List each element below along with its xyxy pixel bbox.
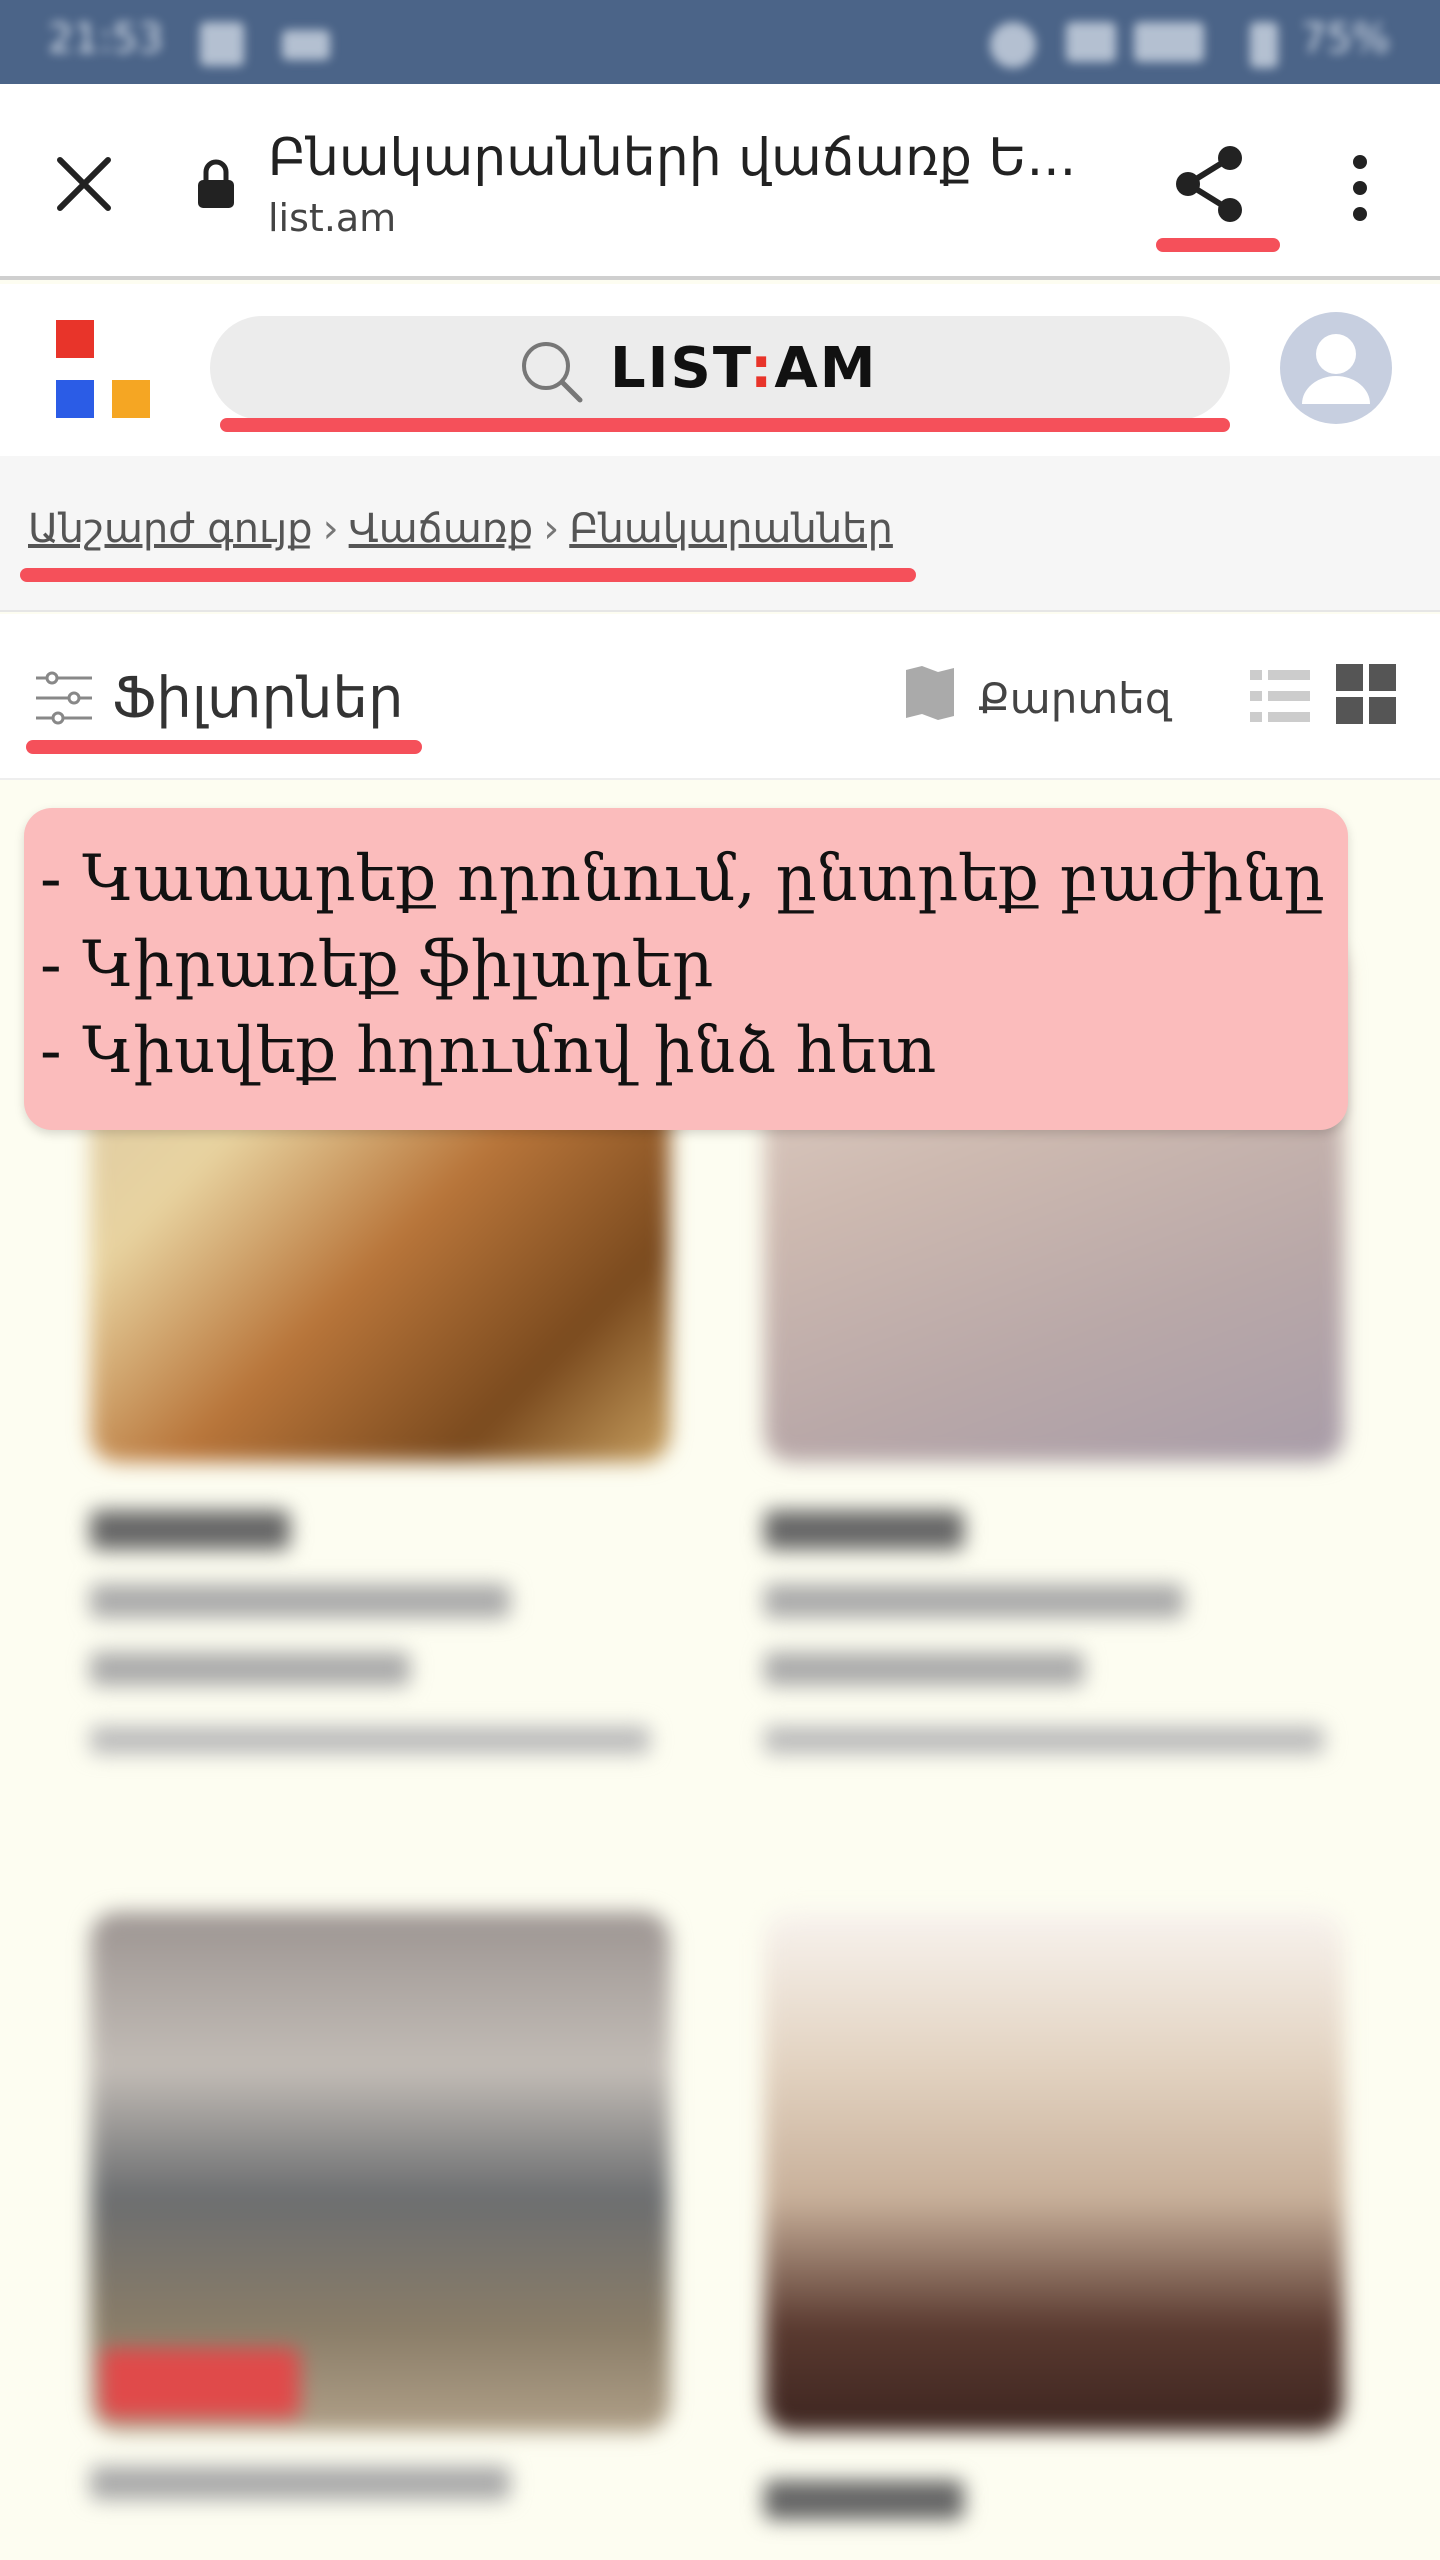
wifi-icon [1066,22,1116,62]
map-button[interactable]: Քարտեզ [978,674,1172,723]
page-title[interactable]: Բնակարանների վաճառք Ե... [268,128,1076,188]
logo-orange-square [112,380,150,418]
more-menu-icon[interactable] [1332,148,1388,228]
listing-card[interactable] [764,1912,1344,2520]
list-view-icon[interactable] [1250,666,1310,726]
filters-button[interactable]: Ֆիլտրներ [112,666,403,731]
gallery-notification-icon [200,22,244,66]
instruction-note: - Կատարեք որոնում, ընտրեք բաժինը - Կիրառ… [24,808,1348,1130]
user-icon [1302,334,1370,404]
listing-card[interactable] [90,1912,670,2500]
status-bar-content: 21:53 75% [0,0,1440,84]
page-url[interactable]: list.am [268,196,396,240]
breadcrumb-item-sale[interactable]: Վաճառք [349,506,534,552]
status-bar: 21:53 75% [0,0,1440,84]
listing-meta [90,1726,650,1754]
battery-icon [1250,22,1278,68]
search-logo-text: LIST:AM [610,336,878,401]
close-icon[interactable] [52,152,116,216]
listing-price [764,2480,964,2520]
breadcrumb-highlight [20,568,916,582]
avatar[interactable] [1280,312,1392,424]
status-time: 21:53 [48,16,164,62]
share-highlight [1156,238,1280,252]
listing-title [90,1652,410,1686]
listing-title [90,2466,510,2500]
logo-red-square [56,320,94,358]
map-icon[interactable] [904,664,956,722]
listing-price [90,1510,290,1550]
breadcrumb-separator: › [322,506,339,552]
battery-percent: 75% [1301,16,1390,62]
filters-highlight [26,740,422,754]
breadcrumb-separator: › [543,506,560,552]
breadcrumb-item-apartments[interactable]: Բնակարաններ [569,506,893,552]
search-icon [522,342,583,403]
signal-icon [1134,22,1204,62]
note-line-share: - Կիսվեք հղումով ինձ հետ [40,1014,937,1088]
listam-logo-icon[interactable] [56,320,154,418]
grid-view-icon[interactable] [1336,664,1396,724]
listing-photo[interactable] [764,1912,1344,2432]
note-line-filters: - Կիրառեք ֆիլտրեր [40,928,714,1002]
listing-price [764,1510,964,1550]
breadcrumb-item-real-estate[interactable]: Անշարժ գույք [28,506,313,552]
listing-title [764,1652,1084,1686]
alarm-icon [990,22,1036,68]
note-line-search: - Կատարեք որոնում, ընտրեք բաժինը [40,842,1325,916]
breadcrumb: Անշարժ գույք › Վաճառք › Բնակարաններ [0,456,1440,612]
lock-icon [198,159,234,208]
logo-blue-square [56,380,94,418]
share-icon[interactable] [1170,142,1250,226]
filter-toolbar: Ֆիլտրներ Քարտեզ [0,614,1440,780]
listing-meta [764,1726,1324,1754]
listing-title [764,1584,1184,1618]
search-highlight [220,418,1230,432]
cloud-notification-icon [282,30,330,60]
listing-title [90,1584,510,1618]
listing-photo[interactable] [90,1912,670,2432]
filters-sliders-icon[interactable] [34,670,94,726]
listing-badge [100,2348,300,2418]
search-bar[interactable]: LIST:AM [210,316,1230,420]
